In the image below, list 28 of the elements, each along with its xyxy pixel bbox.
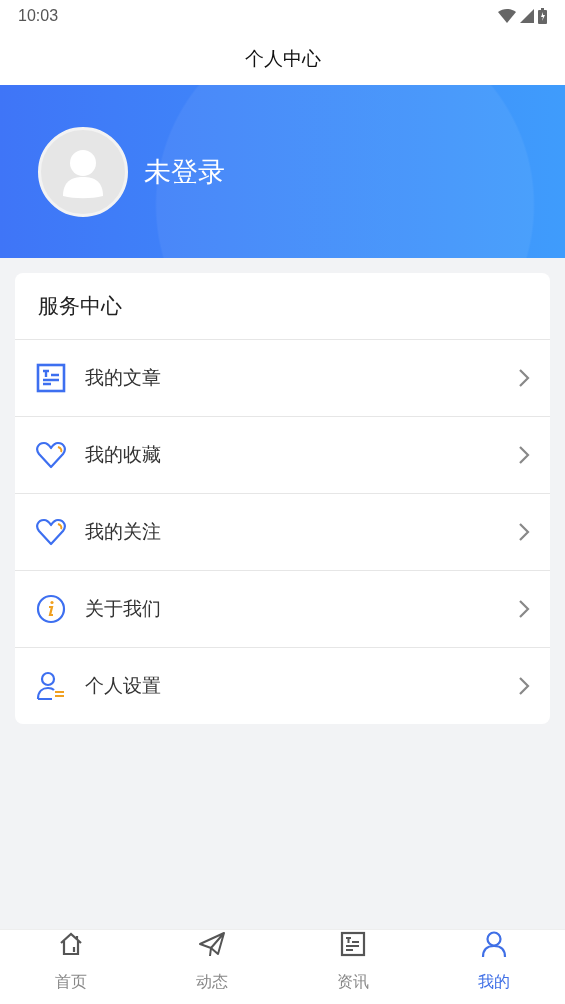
- user-list-icon: [35, 670, 67, 702]
- nav-tab[interactable]: 动态: [195, 960, 228, 1004]
- paper-plane-icon: [197, 930, 226, 958]
- document-icon: [339, 930, 368, 958]
- menu-item[interactable]: 我的文章: [15, 340, 550, 417]
- heart-icon: [35, 439, 67, 471]
- document-icon: [35, 362, 67, 394]
- menu-item[interactable]: 我的关注: [15, 494, 550, 571]
- card-title: 服务中心: [15, 273, 550, 340]
- menu-item[interactable]: 个人设置: [15, 648, 550, 724]
- chevron-icon: [518, 445, 530, 465]
- nav-tab[interactable]: 我的: [478, 960, 511, 1004]
- nav-tab[interactable]: 首页: [54, 960, 87, 1004]
- chevron-icon: [518, 676, 530, 696]
- status-time: 10:03: [18, 7, 59, 25]
- person-icon: [480, 930, 509, 958]
- signal-icon: [520, 9, 534, 23]
- info-icon: [35, 593, 67, 625]
- menu-item[interactable]: 关于我们: [15, 571, 550, 648]
- nav-tab[interactable]: 资讯: [337, 960, 370, 1004]
- menu-item[interactable]: 我的收藏: [15, 417, 550, 494]
- wifi-icon: [498, 9, 516, 23]
- heart-icon: [35, 516, 67, 548]
- chevron-icon: [518, 522, 530, 542]
- battery-icon: [538, 8, 547, 24]
- chevron-icon: [518, 599, 530, 619]
- chevron-icon: [518, 368, 530, 388]
- page-title: 个人中心: [244, 45, 321, 71]
